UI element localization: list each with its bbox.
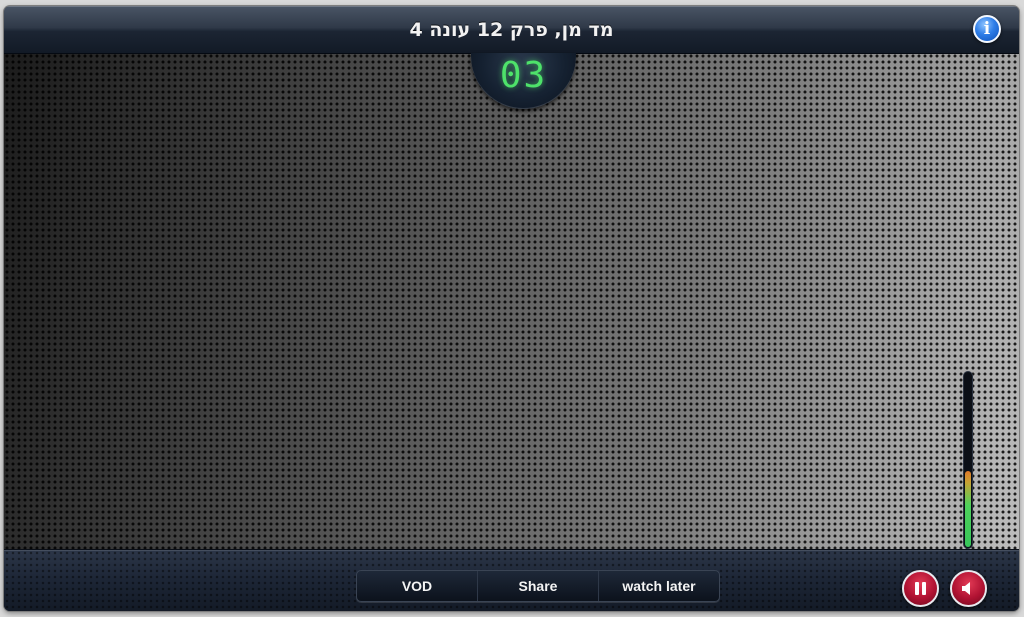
pause-button[interactable]	[902, 570, 939, 607]
info-button[interactable]: i	[973, 15, 1001, 43]
control-bar: VOD Share watch later	[4, 549, 1019, 611]
audio-level-fill	[965, 471, 971, 547]
title-bar: מד מן, פרק 12 עונה 4 i	[4, 6, 1019, 54]
watch-later-button[interactable]: watch later	[598, 571, 719, 601]
video-stage[interactable]	[4, 53, 1019, 549]
episode-title: מד מן, פרק 12 עונה 4	[409, 19, 614, 41]
audio-level-meter	[963, 371, 973, 549]
vod-button[interactable]: VOD	[357, 571, 477, 601]
countdown-value: 03	[499, 55, 548, 96]
player-window: מד מן, פרק 12 עונה 4 i 03 VOD Share watc…	[4, 6, 1019, 611]
share-button[interactable]: Share	[477, 571, 598, 601]
action-segmented-control: VOD Share watch later	[356, 570, 720, 602]
volume-button[interactable]	[950, 570, 987, 607]
info-icon: i	[983, 19, 991, 39]
speaker-icon	[962, 582, 970, 595]
pause-icon	[915, 582, 926, 595]
